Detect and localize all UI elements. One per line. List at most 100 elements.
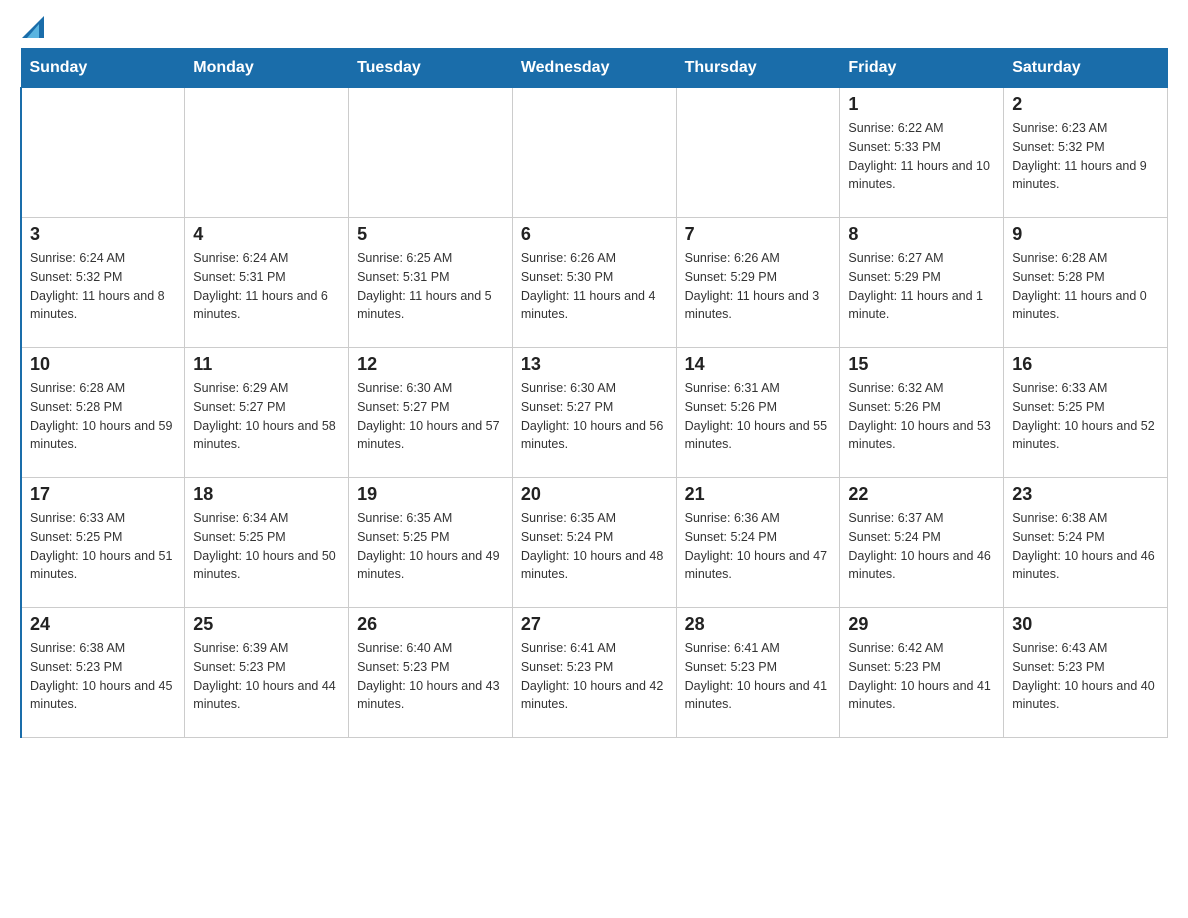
day-info: Sunrise: 6:42 AMSunset: 5:23 PMDaylight:… — [848, 639, 995, 714]
day-number: 25 — [193, 614, 340, 635]
calendar-week-2: 3 Sunrise: 6:24 AMSunset: 5:32 PMDaylight… — [21, 218, 1168, 348]
day-number: 27 — [521, 614, 668, 635]
day-info: Sunrise: 6:28 AMSunset: 5:28 PMDaylight:… — [1012, 249, 1159, 324]
day-info: Sunrise: 6:23 AMSunset: 5:32 PMDaylight:… — [1012, 119, 1159, 194]
day-number: 21 — [685, 484, 832, 505]
calendar-cell: 27 Sunrise: 6:41 AMSunset: 5:23 PMDayligh… — [512, 608, 676, 738]
logo-triangle-icon — [22, 16, 44, 38]
day-number: 13 — [521, 354, 668, 375]
day-info: Sunrise: 6:33 AMSunset: 5:25 PMDaylight:… — [30, 509, 176, 584]
logo — [20, 20, 44, 38]
calendar-week-5: 24 Sunrise: 6:38 AMSunset: 5:23 PMDayligh… — [21, 608, 1168, 738]
day-number: 3 — [30, 224, 176, 245]
day-info: Sunrise: 6:24 AMSunset: 5:32 PMDaylight:… — [30, 249, 176, 324]
day-number: 10 — [30, 354, 176, 375]
calendar-cell: 24 Sunrise: 6:38 AMSunset: 5:23 PMDayligh… — [21, 608, 185, 738]
calendar-cell — [21, 88, 185, 218]
weekday-header-wednesday: Wednesday — [512, 49, 676, 88]
day-number: 30 — [1012, 614, 1159, 635]
day-number: 19 — [357, 484, 504, 505]
day-info: Sunrise: 6:39 AMSunset: 5:23 PMDaylight:… — [193, 639, 340, 714]
day-info: Sunrise: 6:35 AMSunset: 5:24 PMDaylight:… — [521, 509, 668, 584]
calendar-cell: 22 Sunrise: 6:37 AMSunset: 5:24 PMDayligh… — [840, 478, 1004, 608]
day-number: 15 — [848, 354, 995, 375]
day-info: Sunrise: 6:38 AMSunset: 5:24 PMDaylight:… — [1012, 509, 1159, 584]
day-number: 1 — [848, 94, 995, 115]
weekday-header-saturday: Saturday — [1004, 49, 1168, 88]
day-number: 9 — [1012, 224, 1159, 245]
day-info: Sunrise: 6:29 AMSunset: 5:27 PMDaylight:… — [193, 379, 340, 454]
calendar-cell: 2Sunrise: 6:23 AMSunset: 5:32 PMDaylight… — [1004, 88, 1168, 218]
calendar-cell: 4 Sunrise: 6:24 AMSunset: 5:31 PMDaylight… — [185, 218, 349, 348]
calendar-cell — [185, 88, 349, 218]
calendar-cell: 10 Sunrise: 6:28 AMSunset: 5:28 PMDayligh… — [21, 348, 185, 478]
calendar-week-4: 17 Sunrise: 6:33 AMSunset: 5:25 PMDayligh… — [21, 478, 1168, 608]
calendar-week-1: 1Sunrise: 6:22 AMSunset: 5:33 PMDaylight… — [21, 88, 1168, 218]
day-info: Sunrise: 6:26 AMSunset: 5:30 PMDaylight:… — [521, 249, 668, 324]
calendar-cell: 19 Sunrise: 6:35 AMSunset: 5:25 PMDayligh… — [349, 478, 513, 608]
weekday-header-friday: Friday — [840, 49, 1004, 88]
day-info: Sunrise: 6:43 AMSunset: 5:23 PMDaylight:… — [1012, 639, 1159, 714]
weekday-header-tuesday: Tuesday — [349, 49, 513, 88]
calendar-cell: 9 Sunrise: 6:28 AMSunset: 5:28 PMDaylight… — [1004, 218, 1168, 348]
calendar-cell: 11 Sunrise: 6:29 AMSunset: 5:27 PMDayligh… — [185, 348, 349, 478]
day-info: Sunrise: 6:41 AMSunset: 5:23 PMDaylight:… — [521, 639, 668, 714]
calendar-cell: 29 Sunrise: 6:42 AMSunset: 5:23 PMDayligh… — [840, 608, 1004, 738]
calendar-cell: 18 Sunrise: 6:34 AMSunset: 5:25 PMDayligh… — [185, 478, 349, 608]
calendar-cell: 1Sunrise: 6:22 AMSunset: 5:33 PMDaylight… — [840, 88, 1004, 218]
day-number: 18 — [193, 484, 340, 505]
day-number: 28 — [685, 614, 832, 635]
day-number: 17 — [30, 484, 176, 505]
day-number: 14 — [685, 354, 832, 375]
day-number: 29 — [848, 614, 995, 635]
weekday-header-monday: Monday — [185, 49, 349, 88]
calendar-week-3: 10 Sunrise: 6:28 AMSunset: 5:28 PMDayligh… — [21, 348, 1168, 478]
day-info: Sunrise: 6:26 AMSunset: 5:29 PMDaylight:… — [685, 249, 832, 324]
day-number: 16 — [1012, 354, 1159, 375]
calendar-cell: 5Sunrise: 6:25 AMSunset: 5:31 PMDaylight… — [349, 218, 513, 348]
day-number: 22 — [848, 484, 995, 505]
page-header — [20, 20, 1168, 38]
weekday-header-sunday: Sunday — [21, 49, 185, 88]
calendar-cell: 21 Sunrise: 6:36 AMSunset: 5:24 PMDayligh… — [676, 478, 840, 608]
day-info: Sunrise: 6:35 AMSunset: 5:25 PMDaylight:… — [357, 509, 504, 584]
calendar-cell: 26 Sunrise: 6:40 AMSunset: 5:23 PMDayligh… — [349, 608, 513, 738]
calendar-cell: 28 Sunrise: 6:41 AMSunset: 5:23 PMDayligh… — [676, 608, 840, 738]
calendar-cell: 16 Sunrise: 6:33 AMSunset: 5:25 PMDayligh… — [1004, 348, 1168, 478]
calendar-table: SundayMondayTuesdayWednesdayThursdayFrid… — [20, 48, 1168, 738]
day-number: 11 — [193, 354, 340, 375]
day-info: Sunrise: 6:32 AMSunset: 5:26 PMDaylight:… — [848, 379, 995, 454]
calendar-cell: 6 Sunrise: 6:26 AMSunset: 5:30 PMDaylight… — [512, 218, 676, 348]
day-info: Sunrise: 6:27 AMSunset: 5:29 PMDaylight:… — [848, 249, 995, 324]
day-number: 24 — [30, 614, 176, 635]
day-number: 26 — [357, 614, 504, 635]
day-info: Sunrise: 6:31 AMSunset: 5:26 PMDaylight:… — [685, 379, 832, 454]
day-number: 23 — [1012, 484, 1159, 505]
day-number: 4 — [193, 224, 340, 245]
calendar-cell — [676, 88, 840, 218]
calendar-cell: 25 Sunrise: 6:39 AMSunset: 5:23 PMDayligh… — [185, 608, 349, 738]
calendar-cell: 12 Sunrise: 6:30 AMSunset: 5:27 PMDayligh… — [349, 348, 513, 478]
day-number: 20 — [521, 484, 668, 505]
day-number: 6 — [521, 224, 668, 245]
calendar-cell: 14 Sunrise: 6:31 AMSunset: 5:26 PMDayligh… — [676, 348, 840, 478]
weekday-header-thursday: Thursday — [676, 49, 840, 88]
day-info: Sunrise: 6:28 AMSunset: 5:28 PMDaylight:… — [30, 379, 176, 454]
day-info: Sunrise: 6:30 AMSunset: 5:27 PMDaylight:… — [357, 379, 504, 454]
day-info: Sunrise: 6:40 AMSunset: 5:23 PMDaylight:… — [357, 639, 504, 714]
day-info: Sunrise: 6:41 AMSunset: 5:23 PMDaylight:… — [685, 639, 832, 714]
calendar-cell: 23 Sunrise: 6:38 AMSunset: 5:24 PMDayligh… — [1004, 478, 1168, 608]
day-info: Sunrise: 6:38 AMSunset: 5:23 PMDaylight:… — [30, 639, 176, 714]
calendar-cell: 7Sunrise: 6:26 AMSunset: 5:29 PMDaylight… — [676, 218, 840, 348]
day-info: Sunrise: 6:24 AMSunset: 5:31 PMDaylight:… — [193, 249, 340, 324]
day-info: Sunrise: 6:34 AMSunset: 5:25 PMDaylight:… — [193, 509, 340, 584]
day-info: Sunrise: 6:37 AMSunset: 5:24 PMDaylight:… — [848, 509, 995, 584]
day-info: Sunrise: 6:30 AMSunset: 5:27 PMDaylight:… — [521, 379, 668, 454]
day-info: Sunrise: 6:36 AMSunset: 5:24 PMDaylight:… — [685, 509, 832, 584]
calendar-cell: 15 Sunrise: 6:32 AMSunset: 5:26 PMDayligh… — [840, 348, 1004, 478]
calendar-cell: 3 Sunrise: 6:24 AMSunset: 5:32 PMDaylight… — [21, 218, 185, 348]
weekday-header-row: SundayMondayTuesdayWednesdayThursdayFrid… — [21, 49, 1168, 88]
day-info: Sunrise: 6:33 AMSunset: 5:25 PMDaylight:… — [1012, 379, 1159, 454]
day-number: 12 — [357, 354, 504, 375]
calendar-cell: 30 Sunrise: 6:43 AMSunset: 5:23 PMDayligh… — [1004, 608, 1168, 738]
